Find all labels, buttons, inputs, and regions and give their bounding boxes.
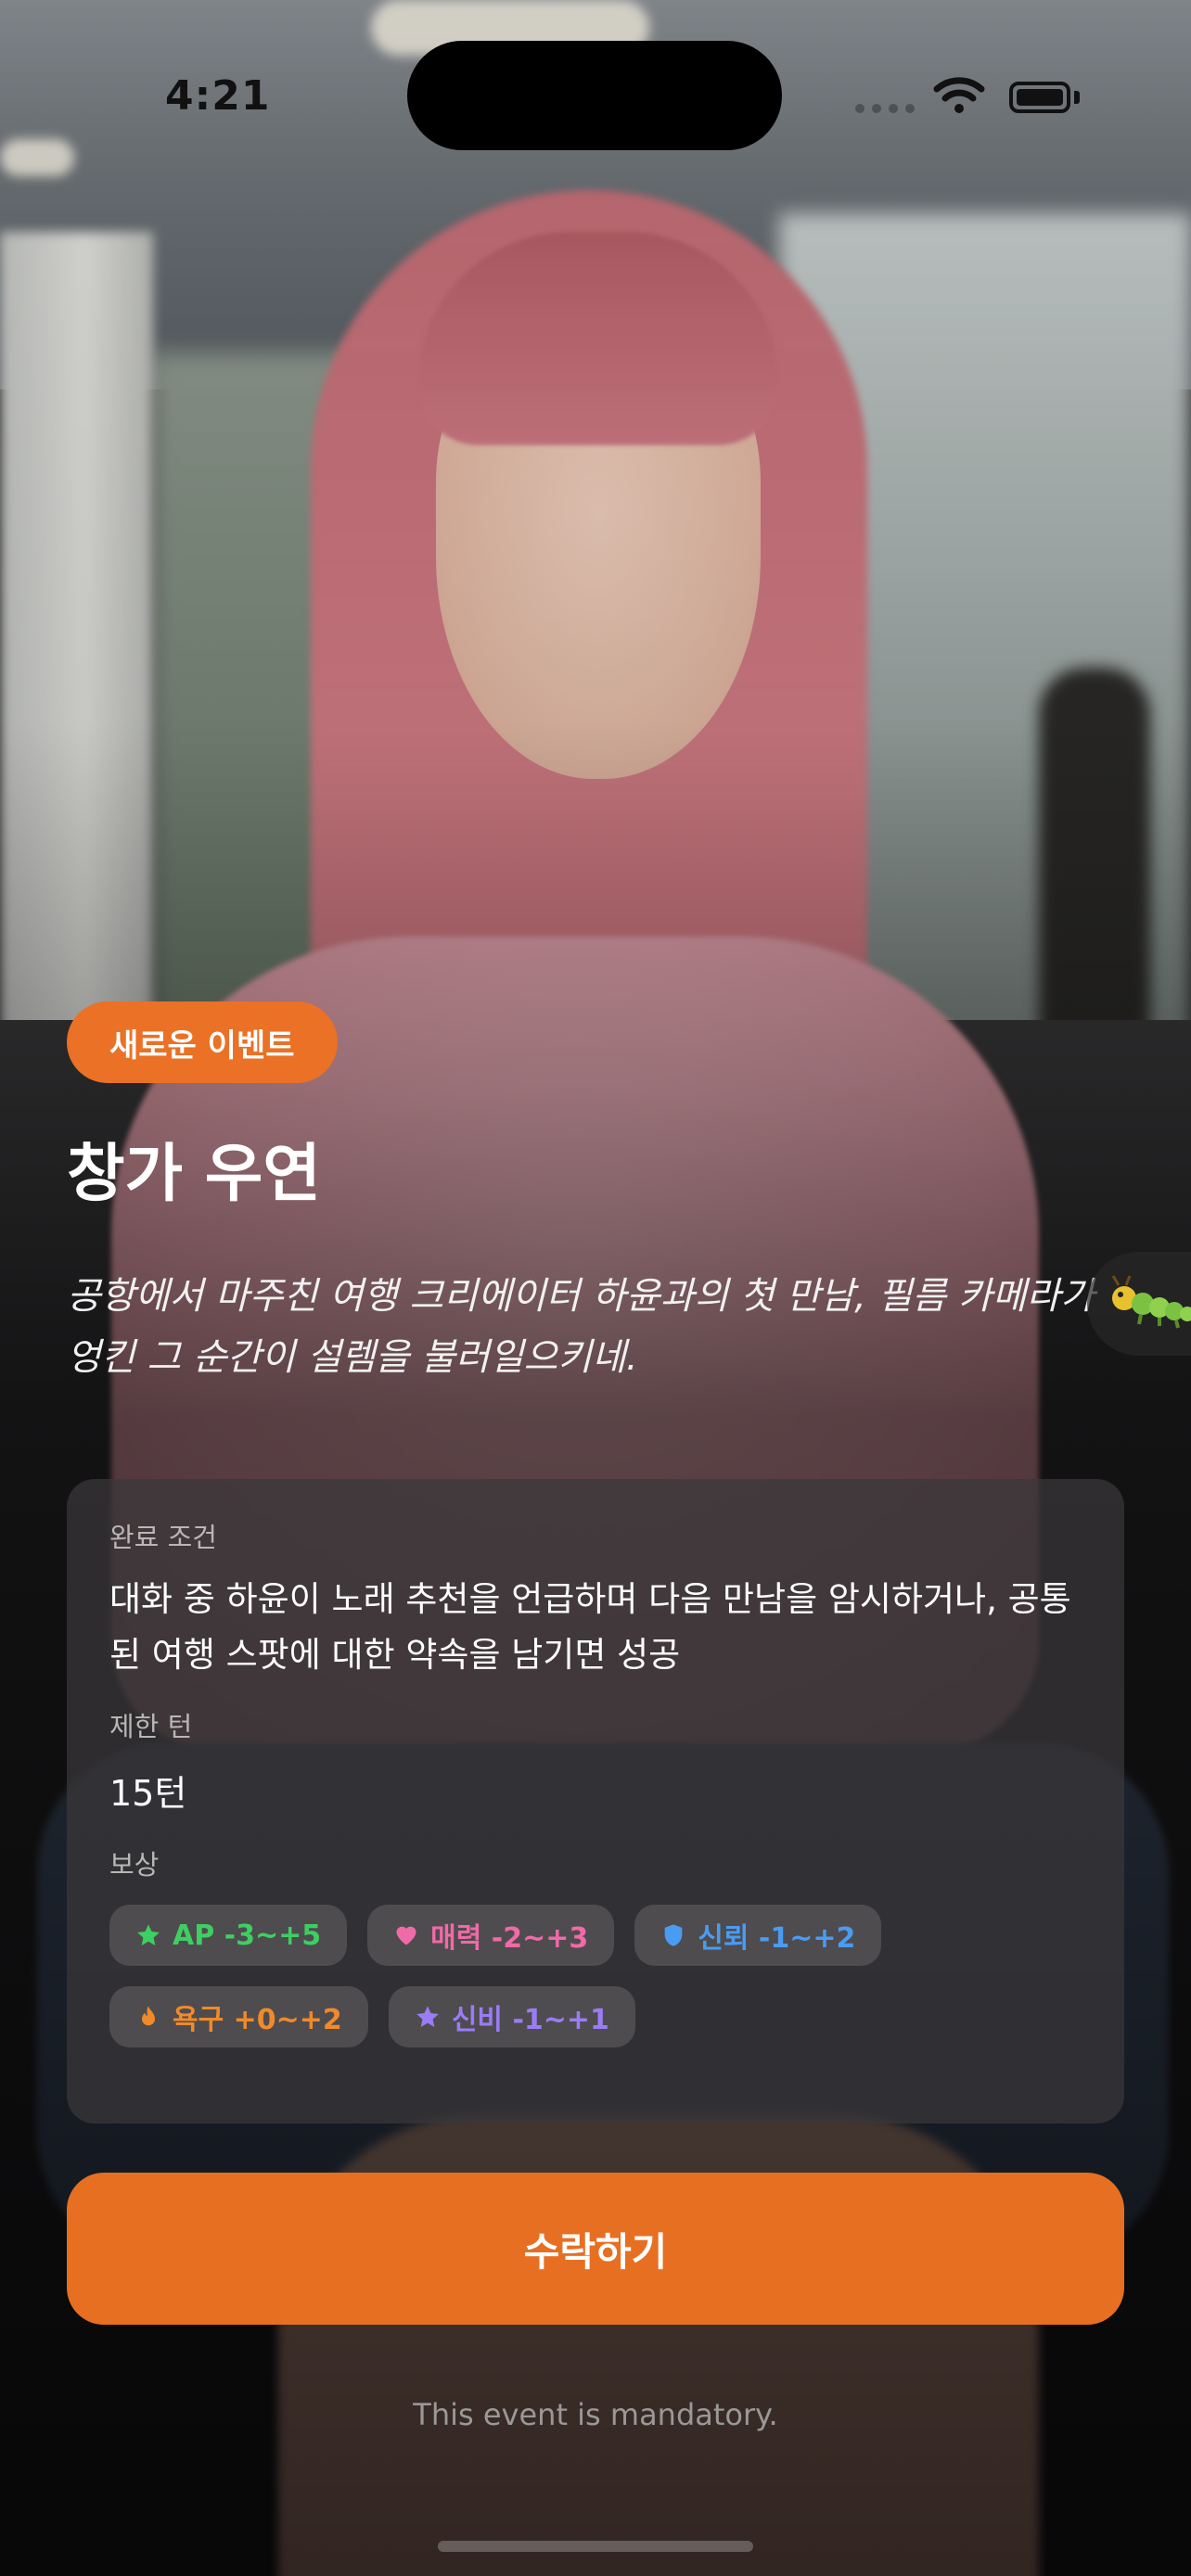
event-details-card: 완료 조건 대화 중 하윤이 노래 추천을 언급하며 다음 만남을 암시하거나,… bbox=[67, 1479, 1124, 2123]
reward-chip-trust: 신뢰 -1~+2 bbox=[634, 1905, 882, 1966]
reward-chip-label: 욕구 +0~+2 bbox=[173, 2004, 342, 2036]
event-description: 공항에서 마주친 여행 크리에이터 하윤과의 첫 만남, 필름 카메라가 엉킨 … bbox=[67, 1275, 1095, 1379]
turn-limit-label: 제한 턴 bbox=[109, 1711, 193, 1742]
star-icon bbox=[416, 2006, 439, 2027]
wifi-icon bbox=[933, 77, 985, 113]
accept-button[interactable]: 수락하기 bbox=[67, 2173, 1124, 2325]
reward-chip-mystery: 신비 -1~+1 bbox=[388, 1986, 635, 2047]
condition-label: 완료 조건 bbox=[109, 1522, 217, 1553]
reward-chip-label: 신비 -1~+1 bbox=[451, 2004, 609, 2036]
shield-icon bbox=[664, 1924, 683, 1946]
battery-cap bbox=[1074, 91, 1080, 104]
home-indicator bbox=[438, 2541, 753, 2552]
condition-text: 대화 중 하윤이 노래 추천을 언급하며 다음 만남을 암시하거나, 공통된 여… bbox=[109, 1579, 1071, 1675]
status-time: 4:21 bbox=[165, 72, 271, 120]
new-event-badge: 새로운 이벤트 bbox=[67, 1001, 338, 1083]
heart-icon bbox=[396, 1926, 416, 1945]
event-title: 창가 우연 bbox=[67, 1138, 321, 1211]
signal-dots-icon bbox=[855, 104, 915, 113]
reward-chip-charm: 매력 -2~+3 bbox=[367, 1905, 615, 1966]
reward-chip-label: AP -3~+5 bbox=[173, 1919, 322, 1952]
reward-label: 보상 bbox=[109, 1849, 160, 1881]
turn-limit-value: 15턴 bbox=[109, 1773, 187, 1814]
side-drawer-tab[interactable] bbox=[1087, 1252, 1191, 1356]
reward-chips: AP -3~+5 매력 -2~+3 신뢰 -1~+2 욕구 +0~+2 신비 -… bbox=[109, 1905, 1093, 2047]
reward-chip-label: 신뢰 -1~+2 bbox=[698, 1922, 856, 1955]
dynamic-island bbox=[407, 41, 782, 150]
caterpillar-icon bbox=[1111, 1275, 1191, 1329]
flame-icon bbox=[142, 2006, 155, 2026]
mandatory-note: This event is mandatory. bbox=[413, 2397, 778, 2432]
reward-chip-label: 매력 -2~+3 bbox=[430, 1922, 589, 1955]
battery-icon bbox=[1009, 82, 1070, 113]
reward-chip-desire: 욕구 +0~+2 bbox=[109, 1986, 368, 2047]
reward-chip-ap: AP -3~+5 bbox=[109, 1905, 348, 1966]
star-icon bbox=[137, 1924, 160, 1945]
